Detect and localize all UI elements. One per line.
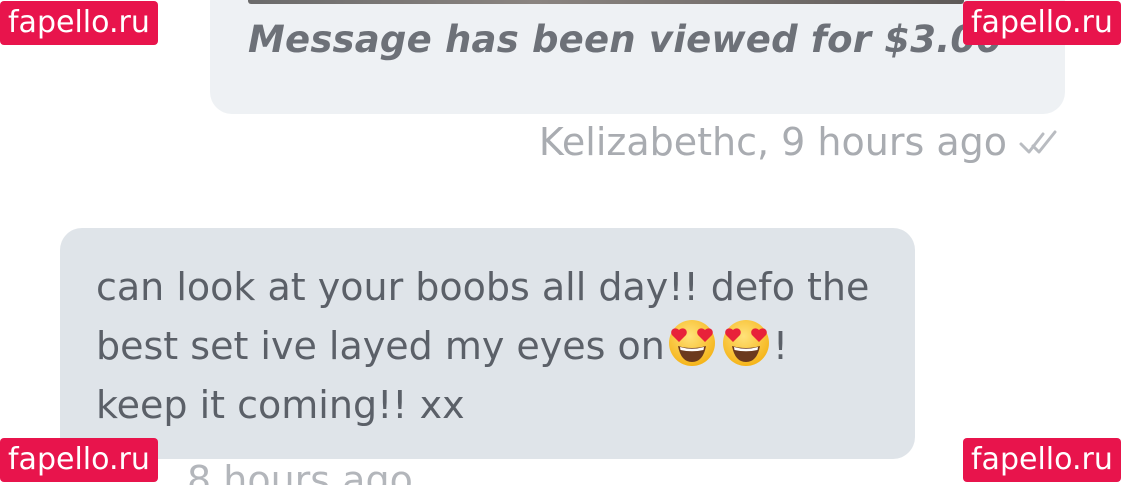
heart-eyes-emoji-icon: [668, 320, 715, 366]
message-line-text: best set ive layed my eyes on: [96, 324, 665, 368]
message-line: best set ive layed my eyes on !: [96, 317, 896, 376]
message-media-preview[interactable]: [248, 0, 964, 4]
message-line-text: !: [772, 324, 789, 368]
watermark-top-right: fapello.ru: [963, 1, 1121, 45]
watermark-bottom-right: fapello.ru: [963, 438, 1121, 482]
chat-screen: Message has been viewed for $3.00 Keliza…: [0, 0, 1125, 485]
message-line: can look at your boobs all day!! defo th…: [96, 265, 870, 309]
incoming-message-text: can look at your boobs all day!! defo th…: [96, 258, 896, 435]
message-viewed-status: Message has been viewed for $3.00: [248, 18, 1003, 61]
watermark-top-left: fapello.ru: [0, 1, 158, 45]
message-sender-time: Kelizabethc, 9 hours ago: [538, 120, 1007, 164]
outgoing-message-meta: Kelizabethc, 9 hours ago: [539, 120, 1065, 164]
heart-eyes-emoji-icon: [722, 320, 769, 366]
watermark-bottom-left: fapello.ru: [0, 438, 158, 482]
message-line: keep it coming!! xx: [96, 383, 465, 427]
incoming-message-time: 8 hours ago: [187, 458, 413, 485]
double-check-icon: [1019, 130, 1057, 154]
